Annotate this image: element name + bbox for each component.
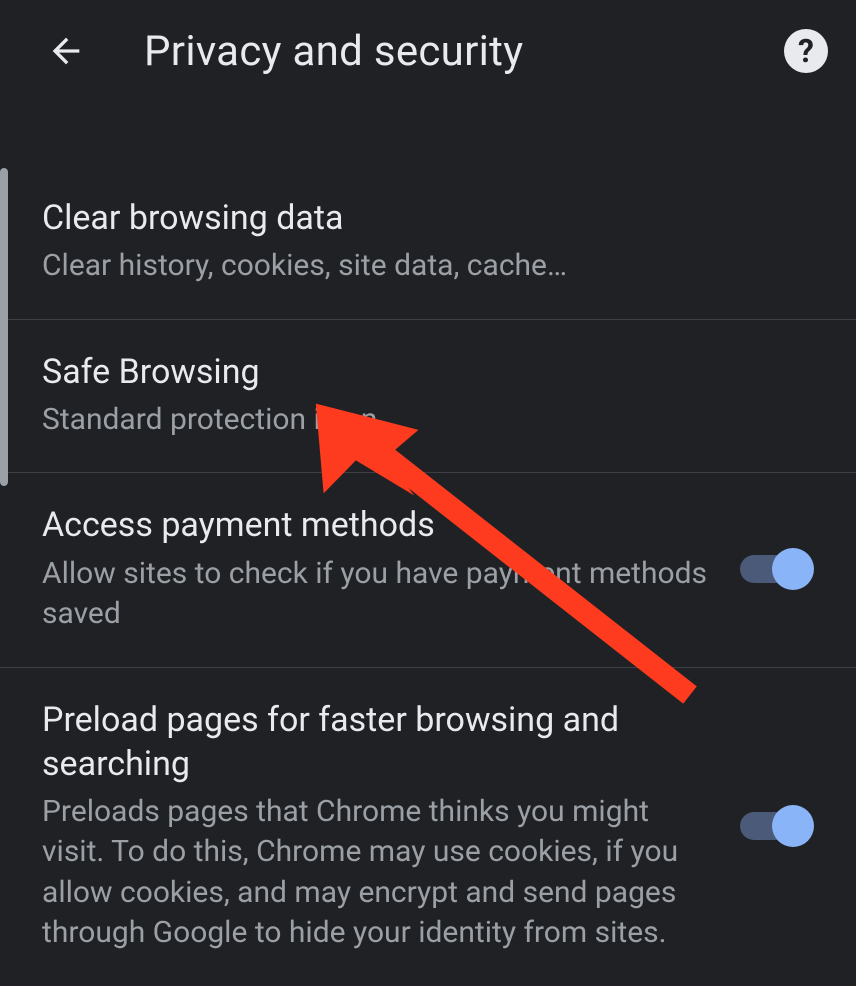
setting-title: Preload pages for faster browsing and se… [42,698,718,786]
toggle-thumb [772,548,814,590]
content-area: Clear browsing data Clear history, cooki… [0,102,856,986]
setting-text: Access payment methods Allow sites to ch… [42,503,738,634]
arrow-left-icon [46,31,86,71]
clear-browsing-data-item[interactable]: Clear browsing data Clear history, cooki… [0,166,856,320]
access-payment-methods-item[interactable]: Access payment methods Allow sites to ch… [0,473,856,667]
setting-text: Clear browsing data Clear history, cooki… [42,196,814,287]
setting-subtitle: Clear history, cookies, site data, cache… [42,246,794,287]
setting-text: Safe Browsing Standard protection is on [42,350,814,441]
help-button[interactable]: ? [784,29,828,73]
setting-title: Clear browsing data [42,196,794,240]
setting-subtitle: Standard protection is on [42,400,794,441]
question-mark-icon: ? [798,32,814,70]
settings-list: Clear browsing data Clear history, cooki… [0,102,856,986]
payment-methods-toggle[interactable] [738,547,814,591]
scrollbar[interactable] [0,168,8,486]
page-title: Privacy and security [144,27,523,76]
setting-subtitle: Preloads pages that Chrome thinks you mi… [42,792,718,954]
header: Privacy and security ? [0,0,856,102]
setting-title: Safe Browsing [42,350,794,394]
setting-text: Preload pages for faster browsing and se… [42,698,738,954]
preload-pages-toggle[interactable] [738,804,814,848]
setting-subtitle: Allow sites to check if you have payment… [42,554,718,635]
safe-browsing-item[interactable]: Safe Browsing Standard protection is on [0,320,856,474]
back-button[interactable] [42,27,90,75]
setting-title: Access payment methods [42,503,718,547]
toggle-thumb [772,805,814,847]
preload-pages-item[interactable]: Preload pages for faster browsing and se… [0,668,856,986]
